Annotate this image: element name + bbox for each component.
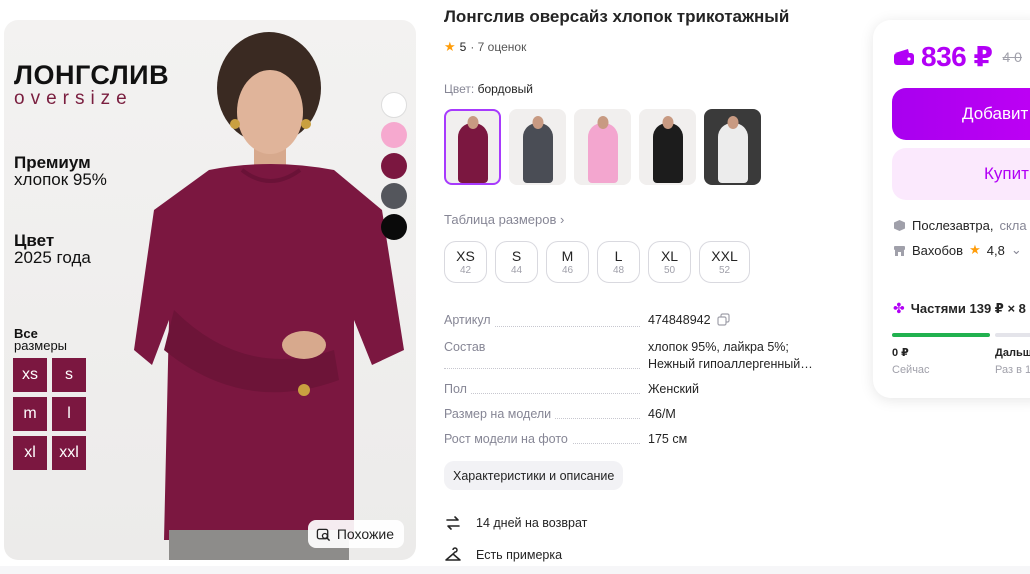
- spec-value-article: 474848942: [648, 313, 711, 327]
- star-icon: ★: [969, 242, 981, 257]
- pay-later: Дальш Раз в 1: [995, 347, 1030, 376]
- spec-row: Размер на модели 46/M: [444, 406, 834, 423]
- photo-size-tile: xs: [13, 358, 47, 392]
- photo-size-tile: xl: [13, 436, 47, 470]
- spec-key: Пол: [444, 382, 471, 396]
- pay-now: 0 ₽ Сейчас: [892, 347, 930, 376]
- size-option-l[interactable]: L 48: [597, 241, 640, 283]
- similar-button-label: Похожие: [336, 526, 394, 542]
- photo-swatch-graphite: [381, 183, 407, 209]
- box-icon: [894, 220, 905, 231]
- photo-premium-text: Премиум хлопок 95%: [14, 153, 107, 189]
- fitting-label: Есть примерка: [476, 548, 563, 562]
- color-value: бордовый: [477, 82, 533, 96]
- photo-color-text: Цвет 2025 года: [14, 231, 91, 267]
- spec-list: Артикул 474848942 Состав хлопок 95%, лай…: [444, 312, 834, 456]
- rating-value: 5: [459, 40, 467, 54]
- color-label: Цвет:: [444, 82, 475, 96]
- spec-key: Артикул: [444, 313, 495, 327]
- seller-rating: 4,8: [986, 242, 1005, 258]
- size-option-xs[interactable]: XS 42: [444, 241, 487, 283]
- size-option-xl[interactable]: XL 50: [648, 241, 691, 283]
- size-table-link[interactable]: Таблица размеров ›: [444, 212, 564, 227]
- wallet-icon: [894, 48, 914, 65]
- seller-info[interactable]: Вахобов ★ 4,8 ⌄: [893, 242, 1022, 258]
- hanger-icon: [445, 547, 461, 561]
- photo-swatch-black: [381, 214, 407, 240]
- variant-thumb-burgundy[interactable]: [444, 109, 501, 185]
- warehouse-label: скла: [999, 218, 1027, 233]
- spec-key: Рост модели на фото: [444, 432, 572, 446]
- variant-thumb-white[interactable]: [704, 109, 761, 185]
- price-row: 836 ₽ 4 0: [893, 40, 1022, 73]
- size-selector: XS 42 S 44 M 46 L 48 XL 50 XXL 52: [444, 241, 750, 283]
- current-price: 836 ₽: [921, 41, 993, 72]
- installments-info[interactable]: ✤ Частями 139 ₽ × 8: [893, 300, 1026, 317]
- store-icon: [894, 245, 905, 256]
- product-rating[interactable]: ★ 5 · 7 оценок: [444, 39, 526, 55]
- description-button[interactable]: Характеристики и описание: [444, 461, 624, 490]
- image-search-icon: [316, 528, 330, 541]
- spec-key: Размер на модели: [444, 407, 556, 421]
- buy-card: 836 ₽ 4 0 Добавит Купит Послезавтра, скл…: [873, 20, 1030, 398]
- size-option-s[interactable]: S 44: [495, 241, 538, 283]
- spec-value: хлопок 95%, лайкра 5%; Нежный гипоаллерг…: [648, 340, 813, 371]
- photo-size-tile: xxl: [52, 436, 86, 470]
- size-option-m[interactable]: M 46: [546, 241, 589, 283]
- fitting-info[interactable]: Есть примерка: [444, 546, 562, 564]
- photo-swatch-burgundy: [381, 153, 407, 179]
- photo-sizes-label: Все размеры: [14, 326, 68, 353]
- buy-now-button[interactable]: Купит: [892, 148, 1030, 200]
- spec-row: Состав хлопок 95%, лайкра 5%; Нежный гип…: [444, 339, 834, 373]
- product-title: Лонгслив оверсайз хлопок трикотажный: [444, 7, 790, 26]
- photo-size-tile: m: [13, 397, 47, 431]
- photo-size-grid: xs s m l xl xxl: [13, 358, 89, 470]
- product-photo[interactable]: ЛОНГСЛИВ oversize Премиум хлопок 95% Цве…: [4, 20, 416, 560]
- spec-row: Пол Женский: [444, 381, 834, 398]
- star-icon: ★: [444, 39, 456, 54]
- installment-progress-rest: [995, 333, 1030, 337]
- spec-row: Артикул 474848942: [444, 312, 834, 331]
- copy-icon[interactable]: [716, 313, 730, 331]
- photo-swatch-white: [381, 92, 407, 118]
- installments-icon: ✤: [893, 300, 905, 316]
- variant-thumb-black[interactable]: [639, 109, 696, 185]
- old-price: 4 0: [1002, 48, 1022, 65]
- photo-headline: ЛОНГСЛИВ: [14, 60, 170, 90]
- add-to-cart-button[interactable]: Добавит: [892, 88, 1030, 140]
- color-row: Цвет: бордовый: [444, 82, 533, 96]
- photo-size-tile: l: [52, 397, 86, 431]
- variant-thumb-graphite[interactable]: [509, 109, 566, 185]
- color-variants: [444, 109, 761, 185]
- installment-progress-paid: [892, 333, 990, 337]
- spec-value: 46/M: [648, 407, 676, 421]
- delivery-date: Послезавтра,: [912, 218, 994, 233]
- seller-name: Вахобов: [912, 242, 964, 258]
- spec-row: Рост модели на фото 175 см: [444, 431, 834, 448]
- similar-button[interactable]: Похожие: [307, 520, 404, 548]
- return-policy-label: 14 дней на возврат: [476, 516, 588, 530]
- delivery-info[interactable]: Послезавтра, скла: [893, 218, 1027, 233]
- spec-key: Состав: [444, 340, 490, 354]
- page-bottom-edge: [0, 566, 1030, 574]
- installments-label: Частями 139 ₽ × 8: [910, 300, 1026, 316]
- return-policy[interactable]: 14 дней на возврат: [444, 514, 587, 532]
- chevron-down-icon: ⌄: [1010, 242, 1022, 257]
- photo-subhead: oversize: [14, 88, 133, 109]
- spec-value: 175 см: [648, 432, 688, 446]
- size-option-xxl[interactable]: XXL 52: [699, 241, 750, 283]
- product-page: ЛОНГСЛИВ oversize Премиум хлопок 95% Цве…: [0, 0, 1030, 574]
- photo-swatch-pink: [381, 122, 407, 148]
- spec-value: Женский: [648, 382, 699, 396]
- return-arrows-icon: [446, 516, 460, 530]
- photo-size-tile: s: [52, 358, 86, 392]
- variant-thumb-pink[interactable]: [574, 109, 631, 185]
- reviews-count: · 7 оценок: [470, 40, 527, 54]
